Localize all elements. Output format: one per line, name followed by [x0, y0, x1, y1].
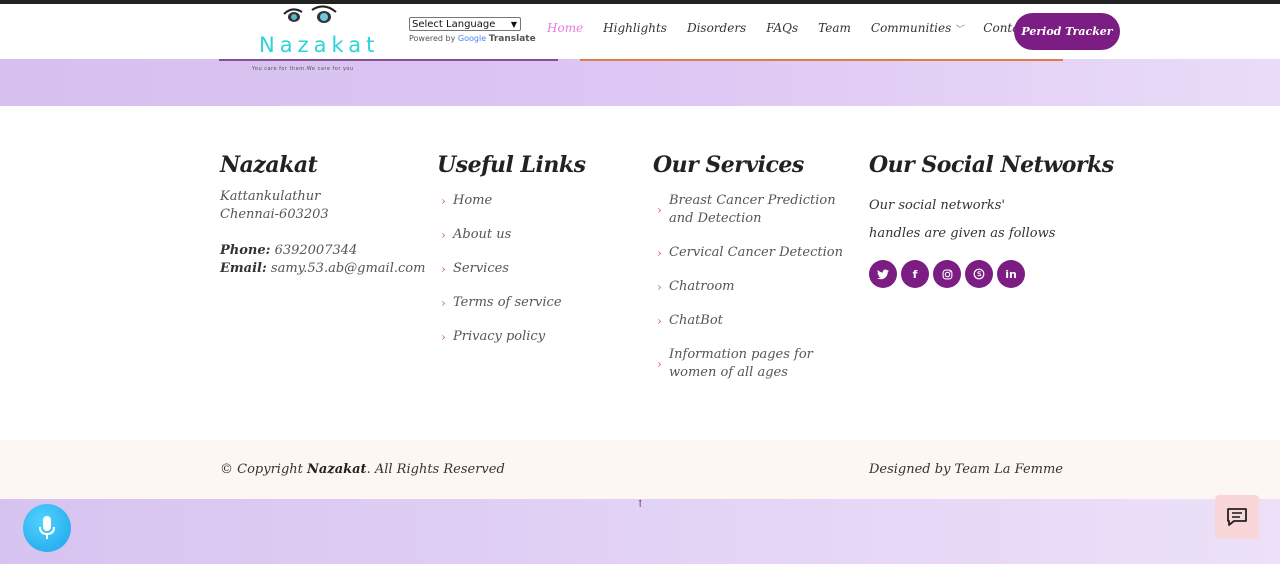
nav-communities-label: Communities: [870, 21, 952, 35]
period-tracker-button[interactable]: Period Tracker: [1014, 13, 1120, 50]
footer-link-label: Services: [453, 261, 509, 276]
phone-row: Phone: 6392007344: [220, 242, 425, 260]
email-row: Email: samy.53.ab@gmail.com: [220, 260, 425, 278]
service-cervical-cancer[interactable]: › Cervical Cancer Detection: [653, 244, 843, 262]
footer-link-label: Terms of service: [453, 295, 562, 310]
footer: Nazakat Kattankulathur Chennai-603203 Ph…: [0, 106, 1280, 440]
chevron-right-icon: ›: [657, 314, 662, 328]
service-label: Breast Cancer Prediction and Detection: [669, 193, 836, 226]
main-nav: Home Highlights Disorders FAQs Team Comm…: [547, 21, 1071, 35]
service-label: Information pages for women of all ages: [669, 347, 813, 380]
email-label: Email:: [220, 261, 267, 276]
nav-communities[interactable]: Communities ﹀: [871, 21, 963, 35]
nav-faqs[interactable]: FAQs: [766, 21, 798, 35]
bottom-band: ↑: [0, 495, 1280, 564]
powered-by-text: Powered by: [409, 34, 456, 43]
chevron-right-icon: ›: [657, 357, 662, 371]
twitter-icon[interactable]: [869, 260, 897, 288]
chevron-right-icon: ›: [657, 246, 662, 260]
footer-social: Our Social Networks Our social networks'…: [869, 152, 1114, 288]
copyright-suffix: . All Rights Reserved: [366, 462, 505, 477]
useful-links-list: › Home › About us › Services › Terms of serv…: [437, 192, 637, 346]
service-info-pages[interactable]: › Information pages for women of all ages: [653, 346, 843, 382]
logo-name: Nazakat: [259, 33, 380, 57]
service-breast-cancer[interactable]: › Breast Cancer Prediction and Detection: [653, 192, 843, 228]
chevron-right-icon: ›: [441, 262, 446, 276]
language-select-label: Select Language: [412, 19, 496, 30]
logo[interactable]: Nazakat You care for them.We care for yo…: [250, 4, 380, 74]
phone-value: 6392007344: [274, 243, 358, 258]
footer-link-label: Privacy policy: [453, 329, 546, 344]
footer-brand: Nazakat Kattankulathur Chennai-603203 Ph…: [220, 152, 425, 278]
chevron-down-icon: ﹀: [954, 25, 964, 35]
footer-services: Our Services › Breast Cancer Prediction a…: [653, 152, 843, 398]
copyright-text: © Copyright Nazakat. All Rights Reserved: [220, 462, 505, 477]
service-chatroom[interactable]: › Chatroom: [653, 278, 843, 296]
social-title: Our Social Networks: [869, 152, 1114, 178]
back-to-top-icon[interactable]: ↑: [636, 499, 644, 510]
chevron-right-icon: ›: [441, 194, 446, 208]
chevron-right-icon: ›: [657, 280, 662, 294]
chat-widget-button[interactable]: [1215, 495, 1259, 539]
service-label: Chatroom: [669, 279, 735, 294]
chevron-right-icon: ›: [657, 203, 662, 217]
translate-link[interactable]: Translate: [489, 34, 536, 44]
footer-link-services[interactable]: › Services: [437, 260, 637, 278]
language-select[interactable]: Select Language ▼: [409, 17, 521, 31]
microphone-icon: [39, 516, 55, 539]
nav-highlights[interactable]: Highlights: [603, 21, 667, 35]
copyright-prefix: © Copyright: [220, 462, 303, 477]
services-title: Our Services: [653, 152, 804, 178]
instagram-icon[interactable]: [933, 260, 961, 288]
chevron-right-icon: ›: [441, 330, 446, 344]
site-header: Nazakat You care for them.We care for yo…: [0, 4, 1280, 72]
useful-links-title: Useful Links: [437, 152, 586, 178]
designed-by: Designed by Team La Femme: [868, 462, 1063, 477]
address-line2: Chennai-603203: [220, 207, 329, 222]
nav-home[interactable]: Home: [547, 21, 583, 35]
footer-link-label: Home: [453, 193, 493, 208]
logo-tagline: You care for them.We care for you: [252, 66, 354, 72]
phone-label: Phone:: [220, 243, 271, 258]
footer-address: Kattankulathur Chennai-603203 Phone: 639…: [220, 188, 425, 278]
google-translate-widget: Select Language ▼ Powered by Google Tran…: [409, 17, 536, 44]
chat-icon: [1227, 508, 1247, 526]
footer-link-label: About us: [453, 227, 512, 242]
powered-by-google: Powered by Google Translate: [409, 34, 536, 44]
divider: [580, 59, 1063, 61]
social-links: f in: [869, 260, 1114, 288]
service-label: ChatBot: [669, 313, 723, 328]
services-list: › Breast Cancer Prediction and Detection …: [653, 192, 843, 382]
footer-useful-links: Useful Links › Home › About us › Services ›…: [437, 152, 637, 362]
address-line1: Kattankulathur: [220, 189, 321, 204]
service-label: Cervical Cancer Detection: [669, 245, 843, 260]
google-text: Google: [457, 34, 487, 43]
nav-disorders[interactable]: Disorders: [687, 21, 746, 35]
footer-link-home[interactable]: › Home: [437, 192, 637, 210]
linkedin-icon[interactable]: in: [997, 260, 1025, 288]
footer-brand-title: Nazakat: [220, 152, 318, 178]
eyes-logo-icon: [283, 5, 337, 23]
hero-band: [0, 59, 1280, 106]
footer-link-terms[interactable]: › Terms of service: [437, 294, 637, 312]
nav-team[interactable]: Team: [818, 21, 851, 35]
footer-link-about[interactable]: › About us: [437, 226, 637, 244]
service-chatbot[interactable]: › ChatBot: [653, 312, 843, 330]
footer-link-privacy[interactable]: › Privacy policy: [437, 328, 637, 346]
copyright-bar: © Copyright Nazakat. All Rights Reserved…: [0, 440, 1280, 499]
skype-icon[interactable]: [965, 260, 993, 288]
social-description: Our social networks' handles are given a…: [869, 198, 1056, 241]
chevron-right-icon: ›: [441, 228, 446, 242]
chevron-right-icon: ›: [441, 296, 446, 310]
copyright-brand: Nazakat: [307, 462, 367, 477]
chevron-down-icon: ▼: [510, 20, 517, 29]
facebook-icon[interactable]: f: [901, 260, 929, 288]
email-value: samy.53.ab@gmail.com: [270, 261, 426, 276]
voice-assistant-button[interactable]: [23, 504, 71, 552]
